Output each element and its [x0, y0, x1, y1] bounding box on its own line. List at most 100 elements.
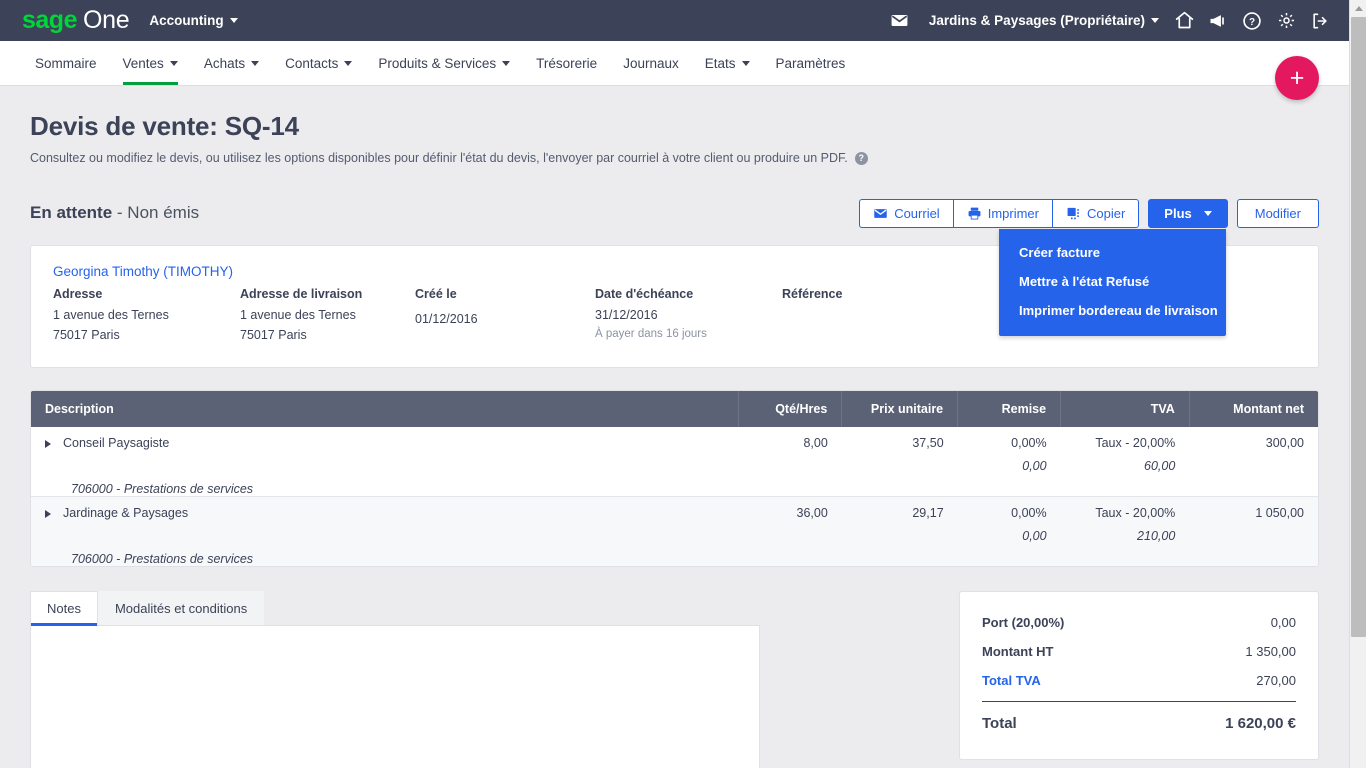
row-description: Jardinage & Paysages [63, 506, 188, 520]
row-description: Conseil Paysagiste [63, 436, 169, 450]
row-spacer-net [1189, 520, 1318, 543]
chevron-up-icon [1355, 6, 1363, 11]
nav-item-contacts[interactable]: Contacts [272, 41, 365, 85]
copy-button[interactable]: Copier [1052, 199, 1139, 228]
table-row-account: 706000 - Prestations de services [31, 543, 1318, 566]
row-discount-amount: 0,00 [958, 520, 1061, 543]
page-scrollbar[interactable] [1349, 0, 1366, 768]
line-items-table: Description Qté/Hres Prix unitaire Remis… [31, 391, 1318, 566]
main-navigation: Sommaire Ventes Achats Contacts Produits… [0, 41, 1349, 85]
nav-item-achats[interactable]: Achats [191, 41, 272, 85]
column-header-tva: TVA [1061, 391, 1190, 427]
expand-row-icon[interactable] [45, 440, 51, 448]
reference-label: Référence [782, 285, 842, 304]
delivery-line-1: 1 avenue des Ternes [240, 306, 415, 325]
notes-textarea[interactable] [30, 625, 760, 768]
company-switcher[interactable]: Jardins & Paysages (Propriétaire) [929, 13, 1159, 28]
row-spacer [31, 450, 739, 473]
more-button[interactable]: Plus [1148, 199, 1227, 228]
chevron-down-icon [170, 61, 178, 66]
row-discount-pct: 0,00% [958, 427, 1061, 450]
reference-column: Référence [782, 285, 842, 345]
line-items-header: Description Qté/Hres Prix unitaire Remis… [31, 391, 1318, 427]
delivery-line-2: 75017 Paris [240, 326, 415, 345]
address-label: Adresse [53, 285, 240, 304]
totals-amount-montant-ht: 1 350,00 [1245, 644, 1296, 659]
table-row[interactable]: Jardinage & Paysages 36,00 29,17 0,00% T… [31, 497, 1318, 521]
tab-modalites-conditions[interactable]: Modalités et conditions [98, 591, 264, 625]
top-bar: sage One Accounting Jardins & Paysages (… [0, 0, 1349, 41]
tab-modalites-label: Modalités et conditions [115, 601, 247, 616]
line-items-body: Conseil Paysagiste 8,00 37,50 0,00% Taux… [31, 427, 1318, 566]
expand-row-icon[interactable] [45, 510, 51, 518]
nav-label: Journaux [623, 56, 679, 71]
nav-item-sommaire[interactable]: Sommaire [22, 41, 110, 85]
top-bar-right: Jardins & Paysages (Propriétaire) ? [883, 4, 1337, 38]
megaphone-icon[interactable] [1201, 4, 1235, 38]
nav-item-journaux[interactable]: Journaux [610, 41, 692, 85]
logo-one-text: One [83, 6, 129, 35]
row-spacer-price [842, 450, 958, 473]
totals-label-total: Total [982, 715, 1017, 732]
row-qty: 8,00 [739, 427, 842, 450]
row-spacer [31, 520, 739, 543]
action-button-group: Courriel Imprimer [859, 199, 1139, 228]
email-button[interactable]: Courriel [859, 199, 953, 228]
row-account-code: 706000 - Prestations de services [31, 543, 739, 566]
table-header-row: Description Qté/Hres Prix unitaire Remis… [31, 391, 1318, 427]
help-icon[interactable]: ? [1235, 4, 1269, 38]
row-account-spacer [739, 473, 1318, 497]
mail-icon[interactable] [883, 4, 917, 38]
table-row[interactable]: Conseil Paysagiste 8,00 37,50 0,00% Taux… [31, 427, 1318, 450]
nav-item-produits-services[interactable]: Produits & Services [365, 41, 523, 85]
print-button-label: Imprimer [988, 206, 1039, 221]
print-button[interactable]: Imprimer [953, 199, 1052, 228]
nav-item-etats[interactable]: Etats [692, 41, 763, 85]
scrollbar-thumb[interactable] [1351, 17, 1366, 637]
totals-label-total-tva[interactable]: Total TVA [982, 673, 1041, 688]
totals-row-montant-ht: Montant HT 1 350,00 [982, 637, 1296, 666]
scrollbar-up-button[interactable] [1350, 0, 1366, 17]
totals-amount-total: 1 620,00 € [1225, 715, 1296, 732]
nav-item-tresorerie[interactable]: Trésorerie [523, 41, 610, 85]
address-line-2: 75017 Paris [53, 326, 240, 345]
sage-one-logo[interactable]: sage One [22, 6, 129, 35]
bottom-section: Notes Modalités et conditions Port (20,0… [30, 591, 1319, 768]
menu-item-creer-facture[interactable]: Créer facture [999, 238, 1226, 267]
column-header-unit-price: Prix unitaire [842, 391, 958, 427]
page-content: Devis de vente: SQ-14 Consultez ou modif… [0, 85, 1349, 768]
nav-label: Produits & Services [378, 56, 496, 71]
status-separator: - [112, 203, 127, 222]
copy-button-label: Copier [1087, 206, 1125, 221]
totals-amount-total-tva: 270,00 [1256, 673, 1296, 688]
address-line-1: 1 avenue des Ternes [53, 306, 240, 325]
tab-notes[interactable]: Notes [30, 591, 98, 625]
status-state: En attente [30, 203, 112, 222]
row-tax-rate: Taux - 20,00% [1061, 427, 1190, 450]
logout-icon[interactable] [1303, 4, 1337, 38]
menu-item-imprimer-bordereau[interactable]: Imprimer bordereau de livraison [999, 296, 1226, 325]
help-icon[interactable]: ? [855, 152, 868, 165]
app-switcher-label: Accounting [149, 13, 223, 28]
due-date-label: Date d'échéance [595, 285, 782, 304]
edit-button[interactable]: Modifier [1237, 199, 1319, 228]
nav-item-parametres[interactable]: Paramètres [763, 41, 859, 85]
totals-row-grand-total: Total 1 620,00 € [982, 701, 1296, 739]
row-description-cell: Conseil Paysagiste [31, 427, 739, 450]
column-header-description: Description [31, 391, 739, 427]
created-date-label: Créé le [415, 285, 595, 304]
page-subtitle: Consultez ou modifiez le devis, ou utili… [30, 151, 1319, 165]
column-header-qty: Qté/Hres [739, 391, 842, 427]
nav-item-ventes[interactable]: Ventes [110, 41, 191, 85]
svg-text:?: ? [1249, 16, 1255, 27]
app-switcher[interactable]: Accounting [149, 13, 237, 28]
table-row-secondary: 0,00 60,00 [31, 450, 1318, 473]
gear-icon[interactable] [1269, 4, 1303, 38]
totals-row-port: Port (20,00%) 0,00 [982, 608, 1296, 637]
totals-label-port: Port (20,00%) [982, 615, 1064, 630]
page-title: Devis de vente: SQ-14 [30, 85, 1319, 142]
home-icon[interactable] [1167, 4, 1201, 38]
menu-item-mettre-etat-refuse[interactable]: Mettre à l'état Refusé [999, 267, 1226, 296]
printer-icon [967, 206, 982, 221]
line-items-section: Description Qté/Hres Prix unitaire Remis… [30, 390, 1319, 567]
